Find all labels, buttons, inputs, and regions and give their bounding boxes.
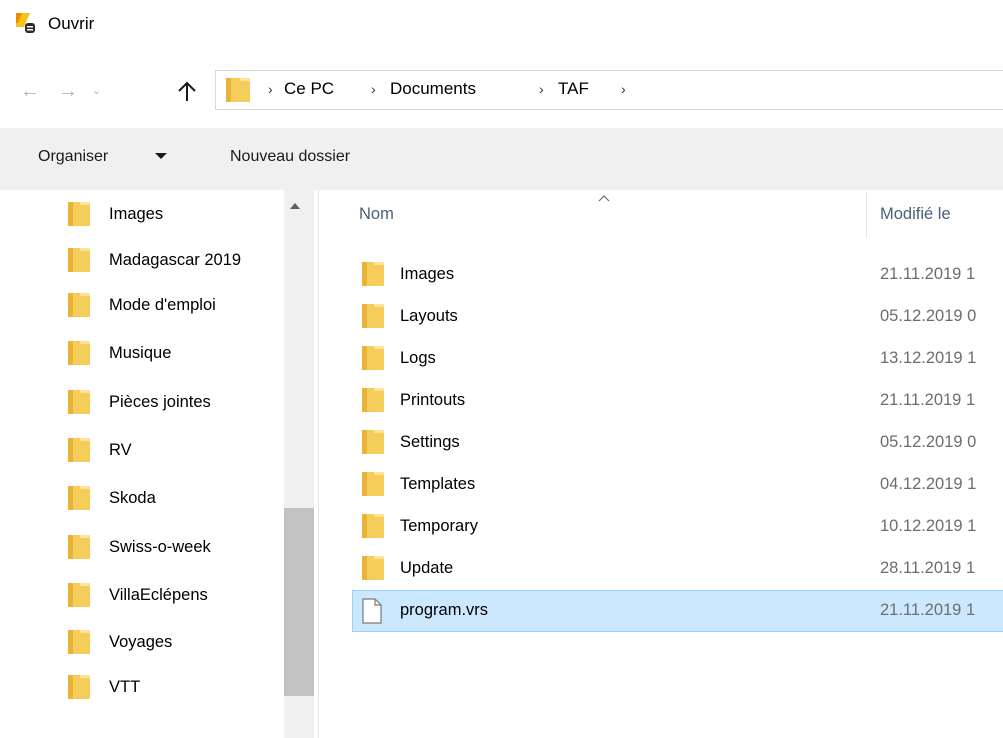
- folder-icon: [68, 675, 90, 699]
- file-modified: 21.11.2019 1: [880, 601, 976, 619]
- forward-arrow-icon[interactable]: →: [58, 80, 78, 103]
- file-modified: 04.12.2019 1: [880, 475, 977, 493]
- chevron-right-icon[interactable]: ›: [268, 81, 273, 97]
- folder-icon: [362, 304, 384, 328]
- up-arrow-icon[interactable]: [176, 79, 198, 103]
- nav-item-vtt[interactable]: VTT: [68, 667, 288, 707]
- file-name: Temporary: [400, 517, 478, 535]
- column-header-modified[interactable]: Modifié le: [880, 205, 951, 224]
- nav-item-label: VTT: [109, 678, 141, 696]
- file-row[interactable]: Templates 04.12.2019 1: [352, 464, 1003, 506]
- nav-item-skoda[interactable]: Skoda: [68, 478, 288, 518]
- folder-icon: [362, 556, 384, 580]
- folder-icon: [68, 583, 90, 607]
- file-modified: 21.11.2019 1: [880, 391, 976, 409]
- file-modified: 05.12.2019 0: [880, 433, 977, 451]
- sort-ascending-icon: [598, 195, 610, 202]
- folder-icon: [362, 388, 384, 412]
- nav-item-madagascar[interactable]: Madagascar 2019: [68, 240, 288, 280]
- file-row[interactable]: Temporary 10.12.2019 1: [352, 506, 1003, 548]
- folder-icon: [68, 293, 90, 317]
- breadcrumb-documents[interactable]: Documents: [390, 79, 476, 99]
- folder-icon: [226, 78, 250, 102]
- file-row[interactable]: Layouts 05.12.2019 0: [352, 296, 1003, 338]
- file-name: Layouts: [400, 307, 458, 325]
- title-bar: Ouvrir: [0, 0, 1003, 62]
- nav-item-label: Swiss-o-week: [109, 538, 211, 556]
- file-name: Settings: [400, 433, 460, 451]
- back-arrow-icon[interactable]: ←: [20, 80, 40, 103]
- breadcrumb-this-pc[interactable]: Ce PC: [284, 79, 334, 99]
- nav-item-label: Madagascar 2019: [109, 251, 242, 269]
- folder-icon: [362, 262, 384, 286]
- file-name: Images: [400, 265, 455, 283]
- folder-icon: [68, 438, 90, 462]
- nav-item-label: Mode d'emploi: [109, 296, 216, 314]
- folder-icon: [68, 486, 90, 510]
- file-name: program.vrs: [400, 601, 489, 619]
- chevron-right-icon[interactable]: ›: [621, 81, 626, 97]
- file-row-selected[interactable]: program.vrs 21.11.2019 1: [352, 590, 1003, 632]
- file-name: Update: [400, 559, 454, 577]
- nav-item-rv[interactable]: RV: [68, 430, 288, 470]
- folder-icon: [362, 472, 384, 496]
- nav-item-label: VillaEclépens: [109, 586, 208, 604]
- file-name: Templates: [400, 475, 476, 493]
- file-row[interactable]: Update 28.11.2019 1: [352, 548, 1003, 590]
- breadcrumb-taf[interactable]: TAF: [558, 79, 589, 99]
- file-modified: 13.12.2019 1: [880, 349, 977, 367]
- folder-icon: [362, 430, 384, 454]
- nav-item-voyages[interactable]: Voyages: [68, 622, 288, 662]
- folder-icon: [68, 202, 90, 226]
- navigation-pane: Images Madagascar 2019 Mode d'emploi Mus…: [0, 190, 320, 738]
- pane-divider: [318, 190, 319, 738]
- nav-item-label: Musique: [109, 344, 172, 362]
- file-modified: 05.12.2019 0: [880, 307, 977, 325]
- nav-item-pieces-jointes[interactable]: Pièces jointes: [68, 382, 288, 422]
- nav-item-mode-emploi[interactable]: Mode d'emploi: [68, 285, 288, 325]
- folder-icon: [68, 535, 90, 559]
- file-icon: [362, 598, 382, 624]
- folder-icon: [362, 514, 384, 538]
- column-divider[interactable]: [866, 192, 867, 238]
- file-name: Logs: [400, 349, 436, 367]
- folder-icon: [68, 630, 90, 654]
- nav-item-label: Voyages: [109, 633, 173, 651]
- nav-item-label: RV: [109, 441, 132, 459]
- window-title: Ouvrir: [48, 14, 95, 33]
- command-bar: Organiser Nouveau dossier: [0, 128, 1003, 190]
- app-icon: [16, 13, 35, 33]
- chevron-right-icon[interactable]: ›: [539, 81, 544, 97]
- file-row[interactable]: Logs 13.12.2019 1: [352, 338, 1003, 380]
- nav-item-swiss-o-week[interactable]: Swiss-o-week: [68, 527, 288, 567]
- nav-item-label: Skoda: [109, 489, 156, 507]
- caret-down-icon[interactable]: [155, 153, 167, 159]
- folder-icon: [68, 341, 90, 365]
- file-modified: 21.11.2019 1: [880, 265, 976, 283]
- file-row[interactable]: Printouts 21.11.2019 1: [352, 380, 1003, 422]
- nav-item-villa-eclepens[interactable]: VillaEclépens: [68, 575, 288, 615]
- organise-button[interactable]: Organiser: [38, 148, 108, 166]
- scroll-up-icon[interactable]: [290, 203, 300, 209]
- file-row[interactable]: Images 21.11.2019 1: [352, 254, 1003, 296]
- folder-icon: [68, 248, 90, 272]
- folder-icon: [68, 390, 90, 414]
- nav-item-images[interactable]: Images: [68, 194, 288, 234]
- folder-icon: [362, 346, 384, 370]
- recent-locations-icon[interactable]: ⌄: [92, 84, 101, 97]
- nav-item-label: Images: [109, 205, 164, 223]
- chevron-right-icon[interactable]: ›: [371, 81, 376, 97]
- file-modified: 28.11.2019 1: [880, 559, 976, 577]
- address-bar[interactable]: › Ce PC › Documents › TAF ›: [215, 70, 1003, 110]
- scrollbar-thumb[interactable]: [284, 508, 314, 696]
- new-folder-button[interactable]: Nouveau dossier: [230, 148, 350, 166]
- file-modified: 10.12.2019 1: [880, 517, 977, 535]
- nav-item-musique[interactable]: Musique: [68, 333, 288, 373]
- nav-item-label: Pièces jointes: [109, 393, 211, 411]
- file-name: Printouts: [400, 391, 466, 409]
- file-row[interactable]: Settings 05.12.2019 0: [352, 422, 1003, 464]
- column-header-name[interactable]: Nom: [359, 205, 394, 224]
